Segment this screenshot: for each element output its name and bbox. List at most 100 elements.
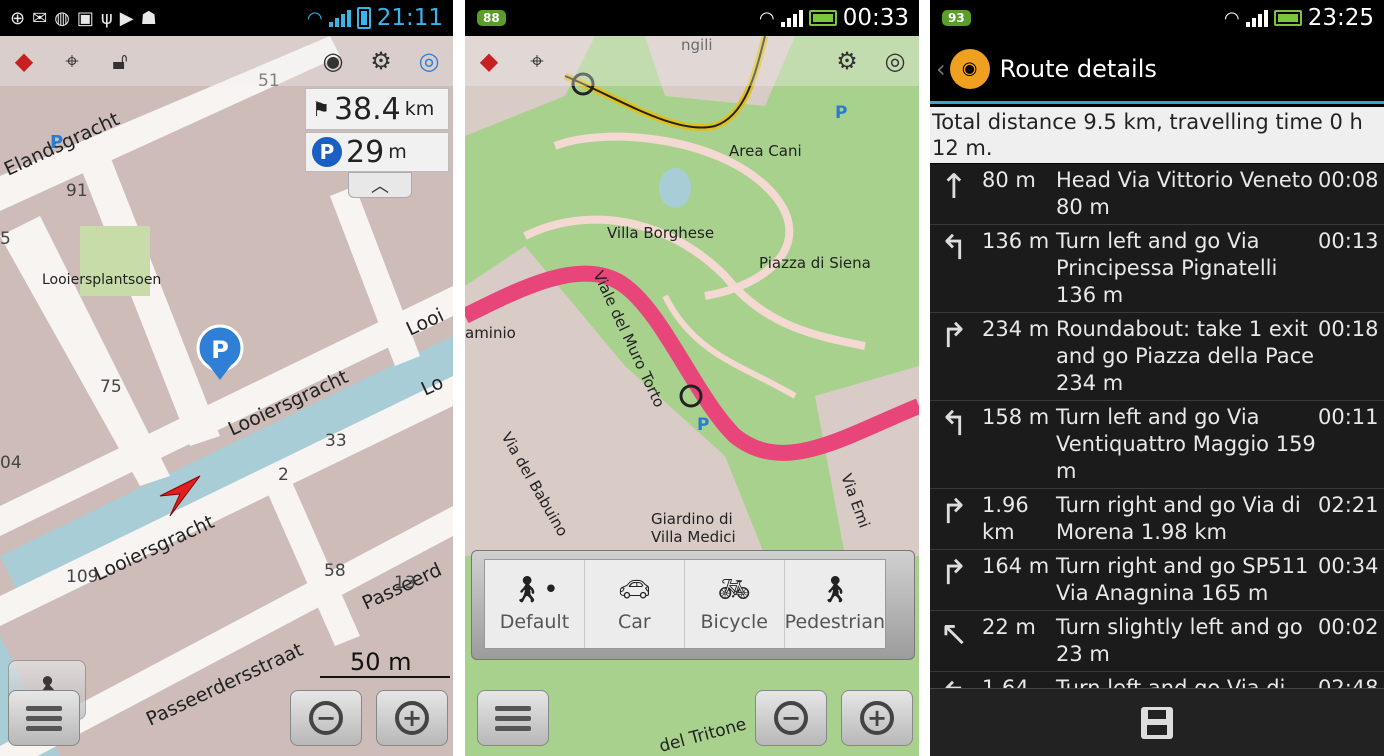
step-distance: 136 m (982, 229, 1050, 253)
my-location-icon[interactable]: ◎ (411, 43, 447, 79)
step-distance: 234 m (982, 317, 1050, 341)
mode-bicycle[interactable]: 🚲︎ Bicycle (685, 560, 785, 648)
battery-icon (1273, 10, 1302, 26)
map-toolbar: ◆ ⌖ 🔓︎ ◉ ⚙ ◎ (0, 36, 453, 86)
mail-icon: ✉ (32, 7, 48, 29)
chevron-up-icon: ︿ (371, 176, 389, 197)
zoom-in-icon: + (395, 701, 429, 735)
map-toolbar: ◆ ⌖ ⚙ ◎ (465, 36, 919, 86)
parking-poi: P (697, 415, 709, 435)
step-time: 00:11 (1318, 405, 1379, 429)
step-description: Turn left and go Via Principessa Pignate… (1056, 229, 1278, 307)
turn-left-icon: ↰ (939, 404, 969, 444)
step-time: 00:08 (1318, 168, 1379, 192)
menu-icon (495, 705, 531, 731)
step-distance: 158 m (982, 405, 1050, 429)
house-number: 58 (324, 561, 346, 581)
signal-icon (780, 9, 803, 27)
house-number: 91 (66, 181, 88, 201)
back-chevron-icon[interactable]: ‹ (936, 55, 946, 83)
place-label: Piazza di Siena (759, 254, 871, 272)
unlock-icon[interactable]: 🔓︎ (102, 43, 138, 79)
route-step-row[interactable]: ↰ 158 m Turn left and go Via Ventiquattro … (930, 401, 1384, 489)
place-label: Giardino di (651, 510, 733, 528)
pedestrian-icon: 🚶︎ (818, 575, 852, 605)
turn-left-icon: ↰ (939, 228, 969, 268)
route-step-row[interactable]: ↰ 136 m Turn left and go Via Principessa P… (930, 225, 1384, 313)
collapse-button[interactable]: ︿ (348, 172, 412, 198)
compass-icon[interactable]: ◆ (6, 43, 42, 79)
route-step-row[interactable]: ↱ 164 m Turn right and go SP511 Via Anagni… (930, 550, 1384, 611)
mode-car[interactable]: 🚗︎ Car (585, 560, 685, 648)
house-number: 33 (325, 431, 347, 451)
distance-value: 38.4 (333, 91, 401, 127)
gps-icon: ⊕ (10, 7, 26, 29)
signal-icon (328, 9, 351, 27)
transport-mode-selector: 🚶︎• Default 🚗︎ Car 🚲︎ Bicycle 🚶︎ Pedestr… (471, 550, 915, 660)
zoom-in-button[interactable]: + (376, 690, 448, 746)
route-step-row[interactable]: ↖ 22 m Turn slightly left and go 23 m 00:02 (930, 611, 1384, 672)
route-summary: Total distance 9.5 km, travelling time 0… (930, 107, 1384, 163)
house-number: 5 (0, 229, 11, 249)
action-bar: ‹ ◉ Route details (930, 36, 1384, 104)
mode-label: Pedestrian (784, 611, 886, 633)
notification-icons: ⊕ ✉ ◍ ▣ ψ ▶ ☗ (0, 8, 157, 29)
android-icon: ☗ (140, 7, 157, 29)
arrow-straight-icon: ↑ (939, 167, 969, 207)
step-distance: 1.64 (982, 676, 1029, 688)
distance-unit: km (404, 98, 435, 120)
route-step-row[interactable]: ↱ 1.96 km Turn right and go Via di Morena … (930, 489, 1384, 550)
gear-icon[interactable]: ⚙ (829, 43, 865, 79)
gear-icon[interactable]: ⚙ (363, 43, 399, 79)
svg-text:P: P (211, 336, 229, 364)
status-bar: 93 ◠ 23:25 (930, 0, 1384, 36)
step-time: 02:21 (1318, 493, 1379, 517)
battery-icon (808, 10, 837, 26)
my-location-icon[interactable]: ◎ (877, 43, 913, 79)
battery-icon (356, 7, 371, 29)
wifi-icon: ◠ (306, 7, 323, 29)
route-step-row[interactable]: ↱ 234 m Roundabout: take 1 exit and go Pia… (930, 313, 1384, 401)
step-distance: 164 m (982, 554, 1050, 578)
zoom-out-button[interactable]: − (290, 690, 362, 746)
play-icon: ▶ (119, 7, 134, 29)
zoom-in-icon: + (860, 701, 894, 735)
route-step-row[interactable]: ↑ 80 m Head Via Vittorio Veneto 80 m 00:08 (930, 164, 1384, 225)
roundabout-icon: ↱ (939, 316, 969, 356)
globe-icon[interactable]: ◉ (315, 43, 351, 79)
route-step-row[interactable]: ↰ 1.64 Turn left and go Via di 02:48 (930, 672, 1384, 688)
zoom-in-button[interactable]: + (841, 690, 913, 746)
satellite-icon[interactable]: ⌖ (54, 43, 90, 79)
parking-distance-box[interactable]: P 29 m (305, 132, 449, 172)
step-description: Roundabout: take 1 exit and go Piazza de… (1056, 317, 1315, 395)
walk-dot-icon: 🚶︎• (510, 575, 559, 605)
satellite-icon[interactable]: ⌖ (519, 43, 555, 79)
map-screen-rome: Area Cani Villa Borghese Piazza di Siena… (465, 0, 919, 756)
menu-button[interactable] (8, 690, 80, 746)
notification-badge: 93 (942, 10, 971, 26)
map-screen-amsterdam: Elandsgracht Looiersgracht Looiersgracht… (0, 0, 453, 756)
step-distance: 1.96 km (982, 493, 1029, 544)
step-time: 00:13 (1318, 229, 1379, 253)
route-details-screen: 93 ◠ 23:25 ‹ ◉ Route details Total dista… (930, 0, 1384, 756)
mode-default[interactable]: 🚶︎• Default (485, 560, 585, 648)
mode-label: Bicycle (700, 611, 768, 633)
distance-box[interactable]: ⚑ 38.4 km (305, 88, 449, 130)
step-description: Turn slightly left and go 23 m (1056, 615, 1303, 666)
route-steps-list[interactable]: ↑ 80 m Head Via Vittorio Veneto 80 m 00:08 ↰… (930, 164, 1384, 688)
app-logo-icon[interactable]: ◉ (949, 48, 990, 89)
mode-pedestrian[interactable]: 🚶︎ Pedestrian (785, 560, 885, 648)
zoom-out-icon: − (774, 701, 808, 735)
step-time: 00:02 (1318, 615, 1379, 639)
house-number: 04 (0, 453, 22, 473)
save-icon[interactable] (1141, 706, 1173, 739)
menu-button[interactable] (477, 690, 549, 746)
park-label: Looiersplantsoen (42, 272, 161, 288)
car-icon: 🚗︎ (617, 575, 651, 605)
map-scale: 50 m (350, 648, 412, 676)
compass-icon[interactable]: ◆ (471, 43, 507, 79)
step-description: Turn right and go Via di Morena 1.98 km (1056, 493, 1301, 544)
menu-icon (26, 705, 62, 731)
zoom-out-button[interactable]: − (755, 690, 827, 746)
place-label: Villa Medici (651, 528, 736, 546)
